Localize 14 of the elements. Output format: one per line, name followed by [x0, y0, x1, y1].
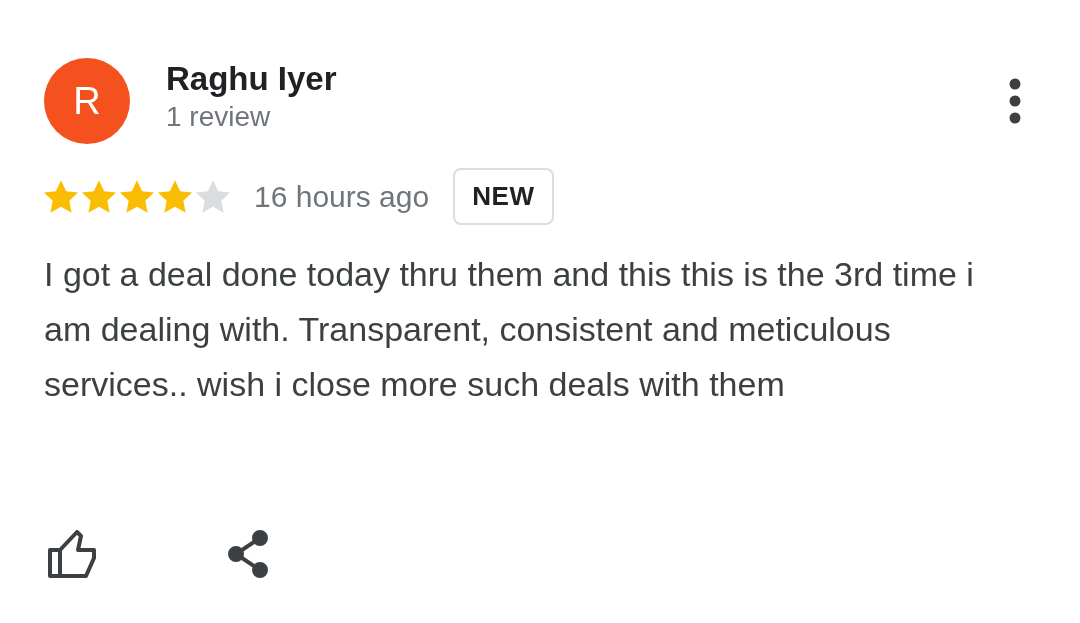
share-icon[interactable]: [226, 530, 270, 578]
star-icon: [156, 178, 194, 215]
review-count: 1 review: [166, 100, 272, 134]
review-time: 16 hours ago: [254, 179, 430, 215]
more-options-icon[interactable]: [1008, 78, 1022, 124]
new-badge: NEW: [453, 168, 554, 225]
thumbs-up-icon[interactable]: [48, 530, 98, 578]
review-text: I got a deal done today thru them and this this is the 3rd time i am dealing with. Transparent, consistent and meticulous services.. wish i close more such deals with them: [43, 254, 975, 405]
star-icon: [42, 178, 80, 215]
author-name[interactable]: Raghu Iyer: [166, 58, 1008, 100]
star-icon: [80, 178, 118, 215]
star-icon: [194, 178, 232, 215]
star-icon: [118, 178, 156, 215]
avatar: R: [44, 58, 130, 144]
